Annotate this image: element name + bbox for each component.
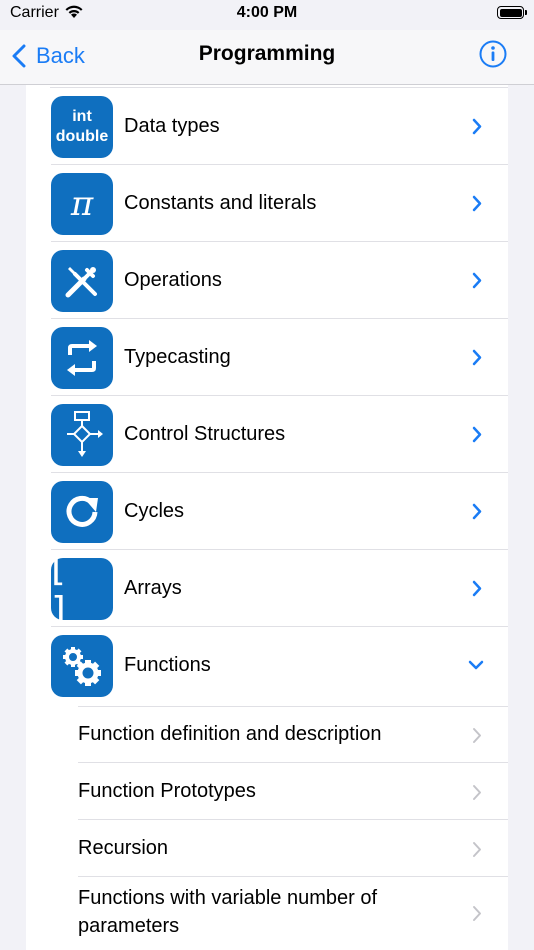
convert-icon xyxy=(51,327,113,389)
list-item-cycles[interactable]: Cycles xyxy=(26,473,508,550)
chevron-right-icon xyxy=(473,785,481,800)
list-item-label: Arrays xyxy=(124,577,182,599)
list-item-label: Data types xyxy=(124,115,220,137)
list-item-label: Functions xyxy=(124,654,211,676)
battery-icon xyxy=(497,6,527,19)
gears-icon xyxy=(51,635,113,697)
chevron-right-icon xyxy=(472,349,482,366)
page-title: Programming xyxy=(198,42,336,65)
data-types-icon: int double xyxy=(51,96,113,158)
list-item-label: Constants and literals xyxy=(124,192,317,214)
chevron-right-icon xyxy=(473,728,481,743)
chevron-right-icon xyxy=(473,906,481,921)
status-bar: Carrier 4:00 PM xyxy=(0,0,534,30)
list-item-data-types[interactable]: int double Data types xyxy=(26,88,508,165)
list-item-label: Control Structures xyxy=(124,423,286,445)
chevron-down-icon xyxy=(468,660,484,670)
chevron-right-icon xyxy=(473,842,481,857)
pi-icon: π xyxy=(51,173,113,235)
icon-text-int: int xyxy=(72,108,92,125)
subitem-variable-parameters[interactable]: Functions with variable number of parame… xyxy=(78,877,508,949)
list-item-label: Cycles xyxy=(124,500,185,522)
subitem-label: Functions with variable number of parame… xyxy=(78,887,378,937)
list-item-control-structures[interactable]: Control Structures xyxy=(26,396,508,473)
status-time: 4:00 PM xyxy=(236,4,298,21)
chevron-right-icon xyxy=(472,503,482,520)
topics-list: int double Data types π Constants and li… xyxy=(26,85,508,950)
subitem-label: Function definition and description xyxy=(78,723,382,745)
list-item-constants[interactable]: π Constants and literals xyxy=(26,165,508,242)
subitem-function-prototypes[interactable]: Function Prototypes xyxy=(78,763,508,820)
chevron-right-icon xyxy=(472,272,482,289)
brackets-icon: [ ] xyxy=(51,545,113,633)
subitem-function-definition[interactable]: Function definition and description xyxy=(78,706,508,763)
list-item-label: Operations xyxy=(124,269,222,291)
navigation-bar: Back Programming xyxy=(0,30,534,85)
loop-icon xyxy=(51,481,113,543)
list-item-functions[interactable]: Functions xyxy=(26,627,508,704)
subitem-label: Recursion xyxy=(78,837,169,859)
tools-icon xyxy=(51,250,113,312)
list-item-typecasting[interactable]: Typecasting xyxy=(26,319,508,396)
chevron-right-icon xyxy=(472,426,482,443)
svg-text:π: π xyxy=(70,184,94,224)
icon-text-brackets: [ ] xyxy=(51,545,74,633)
info-icon[interactable] xyxy=(479,40,507,68)
chevron-right-icon xyxy=(472,118,482,135)
subitem-recursion[interactable]: Recursion xyxy=(78,820,508,877)
flowchart-icon xyxy=(51,404,113,466)
icon-text-double: double xyxy=(55,128,109,145)
list-item-label: Typecasting xyxy=(124,346,231,368)
list-item-operations[interactable]: Operations xyxy=(26,242,508,319)
subitem-label: Function Prototypes xyxy=(78,780,256,802)
chevron-right-icon xyxy=(472,195,482,212)
list-item-arrays[interactable]: [ ] Arrays xyxy=(26,545,508,633)
chevron-right-icon xyxy=(472,580,482,597)
